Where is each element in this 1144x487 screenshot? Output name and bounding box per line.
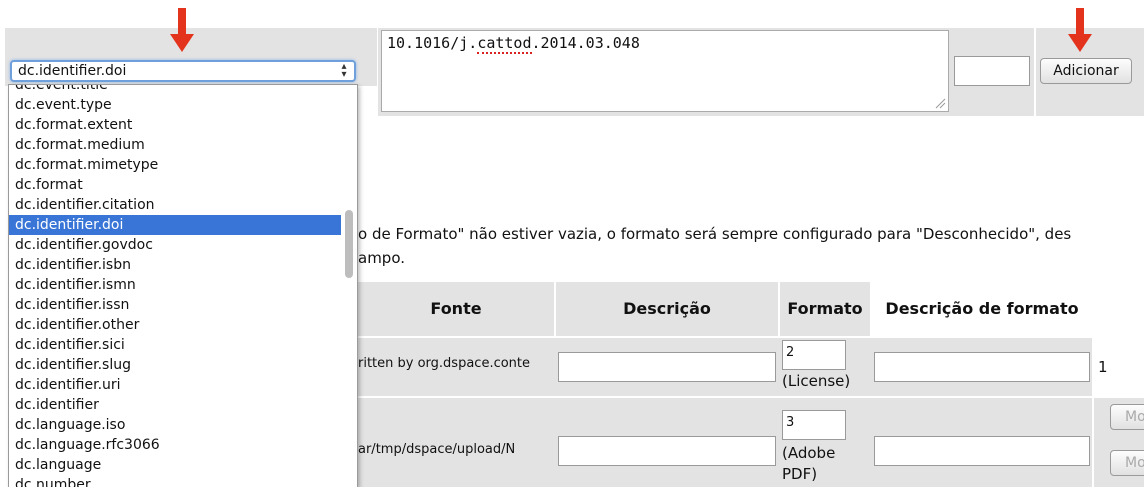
format-description-input[interactable] [874,436,1090,466]
row-trailing-text: 1 [1098,358,1108,376]
format-notice-line2: ampo. [358,249,406,267]
dropdown-option[interactable]: dc.identifier.citation [9,195,343,215]
format-id-input[interactable]: 2 [782,340,846,370]
metadata-field-select[interactable]: dc.identifier.doi ▴ ▾ [10,60,356,82]
select-updown-icon: ▴ ▾ [341,61,347,80]
red-arrow-icon [168,8,196,54]
dropdown-option[interactable]: dc.format [9,175,343,195]
dropdown-option[interactable]: dc.identifier.issn [9,295,343,315]
add-button[interactable]: Adicionar [1040,58,1132,84]
header-descricao-formato: Descrição de formato [885,299,1079,318]
format-notice-line1: o de Formato" não estiver vazia, o forma… [358,225,1072,243]
dropdown-option[interactable]: dc.identifier.uri [9,375,343,395]
dropdown-option[interactable]: dc.identifier [9,395,343,415]
dropdown-option[interactable]: dc.identifier.isbn [9,255,343,275]
header-formato: Formato [780,282,870,336]
dropdown-list: dc.event.title dc.event.type dc.format.ext… [9,85,343,487]
metadata-field-dropdown[interactable]: dc.event.title dc.event.type dc.format.ext… [8,84,358,487]
value-textarea[interactable]: 10.1016/j.cattod.2014.03.048 [381,30,949,112]
fonte-cell: ar/tmp/dspace/upload/N [358,442,516,457]
format-name: (Adobe PDF) [782,444,836,483]
description-input[interactable] [558,436,776,466]
dropdown-option[interactable]: dc.identifier.doi [9,215,343,235]
dropdown-option[interactable]: dc.language.rfc3066 [9,435,343,455]
value-text-suffix: .2014.03.048 [531,34,640,52]
value-text-misspelled: cattod [477,34,532,54]
dropdown-option[interactable]: dc.number [9,475,343,487]
dropdown-scrollbar[interactable] [341,85,357,487]
language-input[interactable] [954,56,1030,86]
dropdown-option[interactable]: dc.identifier.slug [9,355,343,375]
format-name: (License) [782,372,851,390]
red-arrow-icon [1066,8,1094,54]
dropdown-option[interactable]: dc.identifier.govdoc [9,235,343,255]
header-fonte: Fonte [358,282,554,336]
resize-grip-icon[interactable] [934,97,946,109]
format-description-input[interactable] [874,352,1090,382]
dropdown-option[interactable]: dc.identifier.other [9,315,343,335]
add-button-label: Adicionar [1053,63,1119,79]
dropdown-scrollbar-thumb[interactable] [345,210,353,278]
dropdown-option[interactable]: dc.event.title [9,85,343,95]
dropdown-option[interactable]: dc.language.iso [9,415,343,435]
description-input[interactable] [558,352,776,382]
dropdown-option[interactable]: dc.format.extent [9,115,343,135]
metadata-field-select-value: dc.identifier.doi [18,63,127,79]
fonte-cell: ritten by org.dspace.conte [358,356,531,371]
dropdown-option[interactable]: dc.identifier.sici [9,335,343,355]
dropdown-option[interactable]: dc.language [9,455,343,475]
header-descricao: Descrição [556,282,778,336]
format-id-input[interactable]: 3 [782,410,846,440]
format-notice: o de Formato" não estiver vazia, o forma… [358,222,1144,270]
dropdown-option[interactable]: dc.identifier.ismn [9,275,343,295]
move-button[interactable]: Mo [1110,404,1144,430]
dropdown-option[interactable]: dc.format.medium [9,135,343,155]
value-text-prefix: 10.1016/j. [387,34,478,52]
move-button[interactable]: Mo [1110,450,1144,476]
dropdown-option[interactable]: dc.format.mimetype [9,155,343,175]
dropdown-option[interactable]: dc.event.type [9,95,343,115]
